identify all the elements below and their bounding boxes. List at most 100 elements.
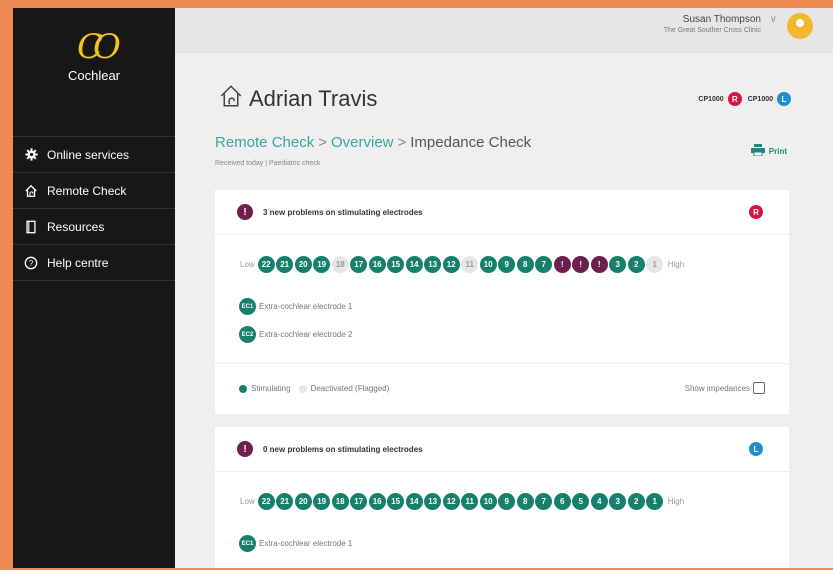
extra-cochlear-electrode-2: EC2 Extra-cochlear electrode 2 — [239, 326, 352, 343]
ec-badge: EC1 — [239, 298, 256, 315]
user-clinic: The Great Souther Cross Clinic — [663, 27, 761, 34]
electrode-on[interactable]: 20 — [294, 256, 312, 273]
electrode-on[interactable]: 12 — [442, 493, 460, 510]
show-impedances-toggle[interactable]: Show impedances — [685, 382, 765, 394]
right-side-badge: R — [749, 205, 763, 219]
electrode-flagged[interactable]: ! — [590, 256, 608, 273]
chevron-down-icon[interactable]: ∨ — [770, 14, 777, 25]
sidebar-item-online-services[interactable]: Online services — [13, 137, 175, 173]
electrode-on[interactable]: 1 — [646, 493, 664, 510]
electrode-on[interactable]: 8 — [516, 493, 534, 510]
breadcrumb-overview[interactable]: Overview — [331, 134, 394, 151]
electrode-on[interactable]: 3 — [609, 256, 627, 273]
electrode-on[interactable]: 11 — [461, 493, 479, 510]
gear-icon — [23, 147, 39, 163]
cochlear-logo[interactable]: CO Cochlear — [13, 28, 175, 83]
print-label: Print — [768, 146, 787, 156]
electrode-flagged[interactable]: ! — [553, 256, 571, 273]
electrode-on[interactable]: 22 — [257, 256, 275, 273]
electrode-on[interactable]: 21 — [276, 493, 294, 510]
book-icon — [23, 219, 39, 235]
logo-text: Cochlear — [67, 68, 121, 83]
high-label: High — [667, 497, 685, 506]
right-side-badge: R — [727, 92, 742, 106]
electrode-on[interactable]: 19 — [313, 256, 331, 273]
electrode-on[interactable]: 4 — [590, 493, 608, 510]
electrode-on[interactable]: 16 — [368, 493, 386, 510]
electrode-on[interactable]: 17 — [350, 256, 368, 273]
electrode-on[interactable]: 14 — [405, 493, 423, 510]
electrode-on[interactable]: 10 — [479, 256, 497, 273]
electrode-on[interactable]: 9 — [498, 256, 516, 273]
card-header: ! 0 new problems on stimulating electrod… — [215, 427, 789, 472]
electrode-on[interactable]: 19 — [313, 493, 331, 510]
electrode-on[interactable]: 7 — [535, 256, 553, 273]
show-impedances-checkbox[interactable] — [753, 382, 765, 394]
electrode-list: 22 21 20 19 18 17 16 15 14 13 12 11 10 9 8 7 6 5 4 3 2 1 — [257, 493, 665, 510]
electrode-on[interactable]: 12 — [442, 256, 460, 273]
patient-name: Adrian Travis — [249, 86, 378, 111]
electrode-on[interactable]: 2 — [627, 493, 645, 510]
printer-icon — [750, 144, 769, 158]
low-label: Low — [240, 260, 255, 269]
extra-cochlear-electrode-1: EC1 Extra-cochlear electrode 1 — [239, 535, 352, 552]
electrode-on[interactable]: 16 — [368, 256, 386, 273]
electrode-flagged[interactable]: ! — [572, 256, 590, 273]
user-menu[interactable]: Susan Thompson The Great Souther Cross C… — [664, 14, 761, 34]
card-legend: Stimulating Deactivated (Flagged) Show i… — [215, 363, 789, 414]
check-subtext: Received today | Paediatric check — [215, 160, 321, 167]
impedance-card-left: ! 0 new problems on stimulating electrod… — [215, 427, 789, 568]
electrode-off[interactable]: 1 — [646, 256, 664, 273]
electrode-on[interactable]: 20 — [294, 493, 312, 510]
card-title: 0 new problems on stimulating electrodes — [263, 444, 423, 454]
sidebar: CO Cochlear Online services Remote Check — [13, 8, 175, 568]
electrode-on[interactable]: 7 — [535, 493, 553, 510]
sidebar-item-resources[interactable]: Resources — [13, 209, 175, 245]
ec-label: Extra-cochlear electrode 1 — [259, 302, 353, 311]
electrode-on[interactable]: 8 — [516, 256, 534, 273]
legend-stimulating: Stimulating — [251, 384, 291, 393]
electrode-on[interactable]: 21 — [276, 256, 294, 273]
electrode-on[interactable]: 2 — [627, 256, 645, 273]
electrode-on[interactable]: 13 — [424, 493, 442, 510]
breadcrumb-remote-check[interactable]: Remote Check — [215, 134, 314, 151]
sidebar-item-label: Resources — [47, 219, 105, 234]
avatar[interactable] — [787, 13, 813, 39]
electrode-on[interactable]: 3 — [609, 493, 627, 510]
ec-badge: EC1 — [239, 535, 256, 552]
electrode-off[interactable]: 11 — [461, 256, 479, 273]
ec-label: Extra-cochlear electrode 2 — [259, 330, 353, 339]
breadcrumb-current: Impedance Check — [410, 134, 532, 151]
legend-items: Stimulating Deactivated (Flagged) — [239, 384, 389, 393]
device-list: CP1000 R CP1000 L — [698, 92, 797, 106]
electrode-on[interactable]: 10 — [479, 493, 497, 510]
user-name: Susan Thompson — [682, 14, 761, 25]
electrode-on[interactable]: 5 — [572, 493, 590, 510]
electrode-row: Low 22 21 20 19 18 17 16 15 14 13 12 11 10 9 8 7 6 5 4 3 2 1 … — [237, 493, 687, 510]
electrode-off[interactable]: 18 — [331, 256, 349, 273]
extra-cochlear-electrode-1: EC1 Extra-cochlear electrode 1 — [239, 298, 352, 315]
electrode-on[interactable]: 9 — [498, 493, 516, 510]
svg-text:?: ? — [29, 259, 34, 268]
alert-icon: ! — [237, 204, 253, 220]
card-title: 3 new problems on stimulating electrodes — [263, 207, 423, 217]
electrode-on[interactable]: 6 — [553, 493, 571, 510]
electrode-on[interactable]: 17 — [350, 493, 368, 510]
device-model-right: CP1000 — [698, 95, 724, 103]
electrode-on[interactable]: 14 — [405, 256, 423, 273]
sidebar-item-help-centre[interactable]: ? Help centre — [13, 245, 175, 281]
electrode-on[interactable]: 15 — [387, 256, 405, 273]
print-button[interactable]: Print — [750, 144, 787, 158]
home-ear-icon — [219, 84, 243, 114]
sidebar-item-label: Online services — [47, 147, 130, 162]
electrode-on[interactable]: 22 — [257, 493, 275, 510]
ec-badge: EC2 — [239, 326, 256, 343]
alert-icon: ! — [237, 441, 253, 457]
electrode-on[interactable]: 13 — [424, 256, 442, 273]
breadcrumb-separator: > — [397, 134, 407, 151]
electrode-on[interactable]: 15 — [387, 493, 405, 510]
sidebar-item-remote-check[interactable]: Remote Check — [13, 173, 175, 209]
electrode-on[interactable]: 18 — [331, 493, 349, 510]
app-frame: CO Cochlear Online services Remote Check — [13, 8, 833, 568]
left-side-badge: L — [777, 92, 791, 106]
